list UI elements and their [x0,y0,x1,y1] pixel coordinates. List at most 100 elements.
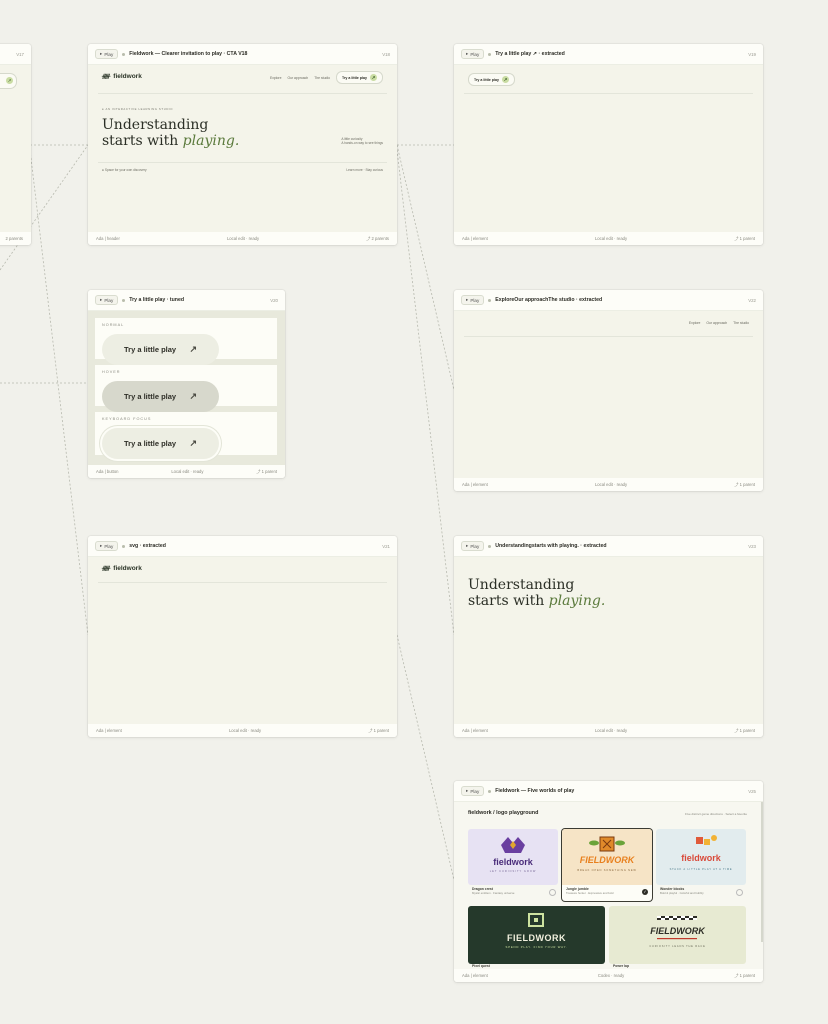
site-nav: Explore Our approach The studio Try a li… [270,71,383,84]
status-dot [122,544,126,548]
play-icon: ▸ [466,543,469,548]
try-play-button-focus[interactable]: Try a little play ↗ [102,428,219,459]
try-play-button-hover[interactable]: Try a little play ↗ [102,381,219,412]
play-button[interactable]: ▸ Play [95,49,119,59]
divider [98,582,387,583]
status-label: Codex · ready [597,973,625,978]
version-label: V22 [748,297,756,303]
arrow-icon: ↗ [501,76,509,83]
state-label: KEYBOARD FOCUS [102,417,152,421]
tile-caption: Jungle jumble Treasure hunter · Expressi… [566,887,614,895]
card-svg[interactable]: ▸ Play svg · extracted V21 ᚏ fieldwork Ad… [88,536,397,737]
selected-check-icon[interactable]: ✓ [642,889,648,895]
nav-studio[interactable]: The studio [733,321,749,325]
nav-explore[interactable]: Explore [689,321,701,325]
cta-button[interactable]: Try a little play ↗ [468,73,515,86]
logo-tagline: STACK A LITTLE PLAY AT A TIME [669,868,733,871]
tile-caption: Power lap [613,964,630,968]
playground-subheading: Five distinct game directions · Select a… [684,812,747,816]
nav-approach[interactable]: Our approach [287,76,308,80]
version-label: V20 [270,297,278,303]
brand-logo[interactable]: ᚏ fieldwork [102,565,142,572]
author-label: Ada | element [462,728,488,733]
divider [464,93,753,94]
tile-caption: Pixel quest [472,964,490,968]
brand-logo[interactable]: ᚏ fieldwork [102,73,142,80]
logo-tile-blocks[interactable]: fieldwork STACK A LITTLE PLAY AT A TIME [656,829,746,885]
card-title: Try a little play · tuned [129,297,185,303]
nav-studio[interactable]: The studio [314,76,330,80]
logo-tile-jungle[interactable]: FIELDWORK BREAK OPEN SOMETHING NEW Jungl… [562,829,652,901]
nav-approach[interactable]: Our approach [706,321,727,325]
logo-tagline: BREAK OPEN SOMETHING NEW [577,869,637,872]
brand-name: fieldwork [113,565,142,572]
card-extract-nav[interactable]: ▸ Play ExploreOur approachThe studio · ex… [454,290,763,491]
status-dot [488,298,492,302]
try-play-button-normal[interactable]: Try a little play ↗ [102,334,219,365]
divider [464,336,753,337]
headline-emphasis: playing. [182,133,240,149]
version-label: V18 [382,51,390,57]
play-button[interactable]: ▸ Play [461,49,485,59]
nav-explore[interactable]: Explore [270,76,282,80]
logo-word: fieldwork [681,853,721,863]
status-dot [488,544,492,548]
play-button[interactable]: ▸ Play [461,541,485,551]
author-label: Ada | element [462,973,488,978]
play-icon: ▸ [466,51,469,56]
status-label: Local edit · ready [594,236,628,241]
play-button[interactable]: ▸ Play [461,295,485,305]
logo-word: FIELDWORK [650,926,705,936]
status-label: Local edit · ready [226,236,260,241]
status-dot [122,52,126,56]
logo-tagline: SPEND PLAY. FIND YOUR WAY. [505,945,568,949]
logo-word: fieldwork [493,857,533,867]
select-radio[interactable] [736,889,743,896]
eyebrow: ● AN INTERACTIVE LEARNING STUDIO [102,107,174,111]
card-headline[interactable]: ▸ Play Understandingstarts with playing. … [454,536,763,737]
play-icon: ▸ [466,788,469,793]
scrollbar[interactable] [761,802,763,942]
play-button[interactable]: ▸ Play [95,541,119,551]
brand-name: fieldwork [113,73,142,80]
logo-tagline: CURIOSITY LEADS THE RACE [649,945,706,948]
parents-count: ⤴ 1 parent [734,235,755,241]
parents-count: ⤴ 1 parent [734,481,755,487]
play-button[interactable]: ▸ Play [95,295,119,305]
select-radio[interactable] [549,889,556,896]
play-icon: ▸ [100,543,103,548]
card-title: ExploreOur approachThe studio · extracte… [495,297,603,303]
card-main[interactable]: ▸ Play Fieldwork — Clearer invitation to … [88,44,397,245]
bottom-left-note: ● Space for your own discovery [102,168,147,172]
hero-aside: A little curiosity A hands-on way to see… [341,137,383,145]
status-dot [488,789,492,793]
version-label: V23 [748,543,756,549]
card-title: Understandingstarts with playing. · extr… [495,543,607,549]
hero-headline: Understanding starts with playing. [102,117,240,149]
logo-mark-icon: ᚏ [102,74,110,80]
status-dot [122,298,126,302]
author-label: Ada | element [96,728,122,733]
logo-tile-power[interactable]: FIELDWORK CURIOSITY LEADS THE RACE [609,906,746,964]
logo-word: FIELDWORK [579,855,635,865]
version-label: V19 [748,51,756,57]
logo-tile-pixel[interactable]: FIELDWORK SPEND PLAY. FIND YOUR WAY. [468,906,605,964]
playground-heading: fieldwork / logo playground [468,810,539,816]
card-extract-cta[interactable]: ▸ Play Try a little play ↗ · extracted V1… [454,44,763,245]
card-title: Fieldwork — Five worlds of play [495,788,575,794]
state-panel-hover: HOVER Try a little play ↗ [95,365,277,412]
card-left-partial[interactable]: V17 ↗ 2 parents [0,44,31,245]
arrow-icon: ↗ [189,438,197,448]
site-nav: Explore Our approach The studio [689,321,749,325]
logo-word: FIELDWORK [507,933,566,943]
play-button[interactable]: ▸ Play [461,786,485,796]
parents-count: ⤴ 1 parent [734,727,755,733]
card-logos[interactable]: ▸ Play Fieldwork — Five worlds of play V2… [454,781,763,982]
status-label: Local edit · ready [171,469,204,474]
author-label: Ada | button [96,469,119,474]
author-label: Ada | element [462,236,488,241]
card-title: svg · extracted [129,543,166,549]
cta-button[interactable]: Try a little play ↗ [336,71,383,84]
logo-tile-dragon[interactable]: fieldwork LET CURIOSITY GROW [468,829,558,885]
card-tuned[interactable]: ▸ Play Try a little play · tuned V20 NORM… [88,290,285,478]
